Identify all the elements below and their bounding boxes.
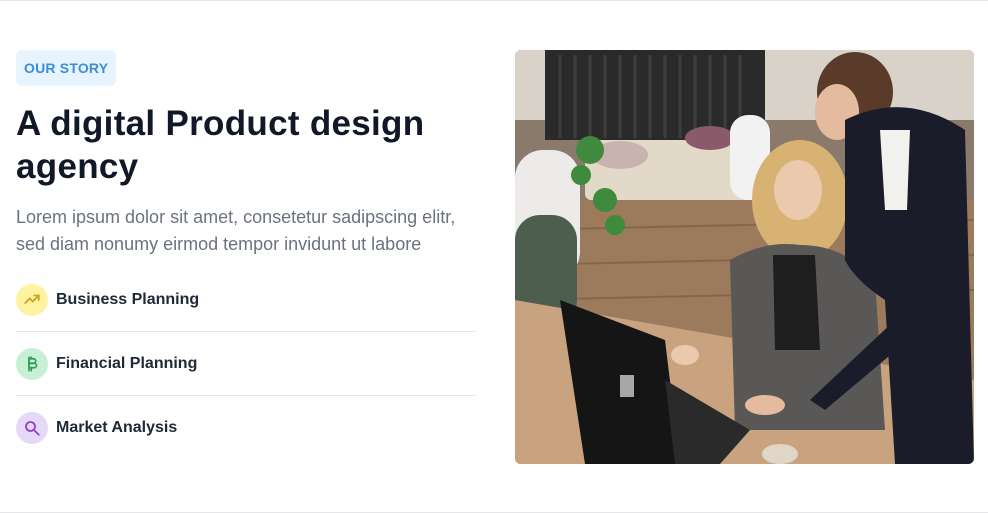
feature-label: Financial Planning xyxy=(56,354,198,372)
feature-label: Market Analysis xyxy=(56,419,178,436)
section-title: A digital Product design agency xyxy=(16,104,425,186)
office-collaboration-image xyxy=(515,50,974,464)
trending-up-icon xyxy=(16,283,48,316)
feature-label: Business Planning xyxy=(56,290,200,308)
section-description: Lorem ipsum dolor sit amet, consetetur s… xyxy=(16,207,456,254)
section-badge: OUR STORY xyxy=(16,50,117,86)
feature-list: Business Planning Financial Planning Mar… xyxy=(16,268,476,460)
story-section: OUR STORY A digital Product design agenc… xyxy=(16,50,476,460)
feature-item-financial-planning: Financial Planning xyxy=(16,332,476,396)
top-divider xyxy=(0,0,988,1)
team-photo xyxy=(515,50,974,464)
bottom-divider xyxy=(0,512,988,513)
bitcoin-icon xyxy=(16,347,48,380)
feature-item-market-analysis: Market Analysis xyxy=(16,396,476,460)
feature-item-business-planning: Business Planning xyxy=(16,268,476,332)
search-icon xyxy=(16,412,48,444)
